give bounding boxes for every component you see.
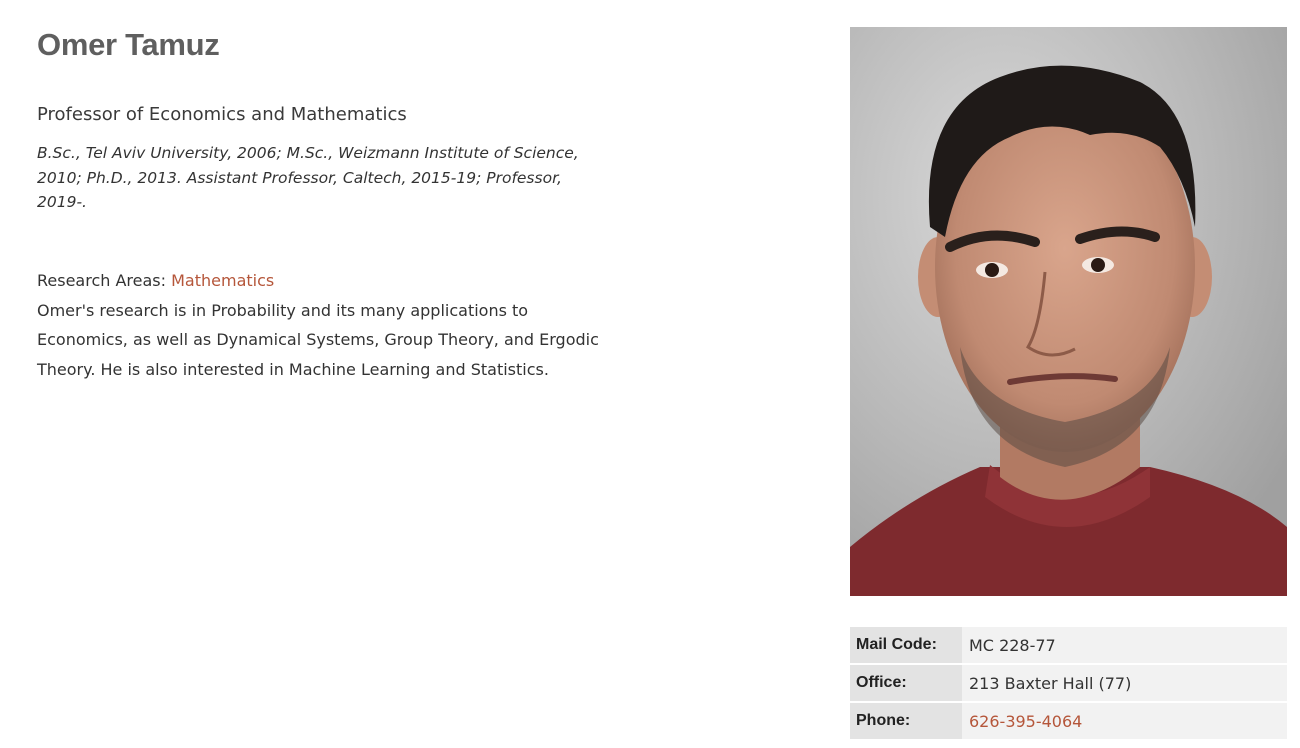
- office-label: Office:: [850, 664, 962, 703]
- phone-value-cell: 626-395-4064: [962, 702, 1287, 741]
- table-row-mail-code: Mail Code: MC 228-77: [850, 627, 1287, 665]
- office-value: 213 Baxter Hall (77): [962, 664, 1287, 703]
- research-areas: Research Areas: Mathematics: [37, 268, 607, 294]
- table-row-phone: Phone: 626-395-4064: [850, 702, 1287, 741]
- research-description: Omer's research is in Probability and it…: [37, 300, 599, 379]
- portrait-illustration: [850, 27, 1287, 596]
- phone-label: Phone:: [850, 702, 962, 741]
- phone-link[interactable]: 626-395-4064: [969, 712, 1082, 731]
- table-row-office: Office: 213 Baxter Hall (77): [850, 664, 1287, 703]
- contact-info-table: Mail Code: MC 228-77 Office: 213 Baxter …: [850, 627, 1287, 741]
- research-area-link-mathematics[interactable]: Mathematics: [171, 271, 274, 290]
- portrait-photo: [850, 27, 1287, 596]
- education-bio: B.Sc., Tel Aviv University, 2006; M.Sc.,…: [37, 144, 579, 211]
- page-title: Omer Tamuz: [37, 27, 220, 62]
- mail-code-label: Mail Code:: [850, 627, 962, 665]
- mail-code-value: MC 228-77: [962, 627, 1287, 665]
- research-areas-label: Research Areas:: [37, 270, 167, 290]
- job-title: Professor of Economics and Mathematics: [37, 104, 407, 125]
- profile-main: Omer Tamuz Professor of Economics and Ma…: [37, 24, 607, 384]
